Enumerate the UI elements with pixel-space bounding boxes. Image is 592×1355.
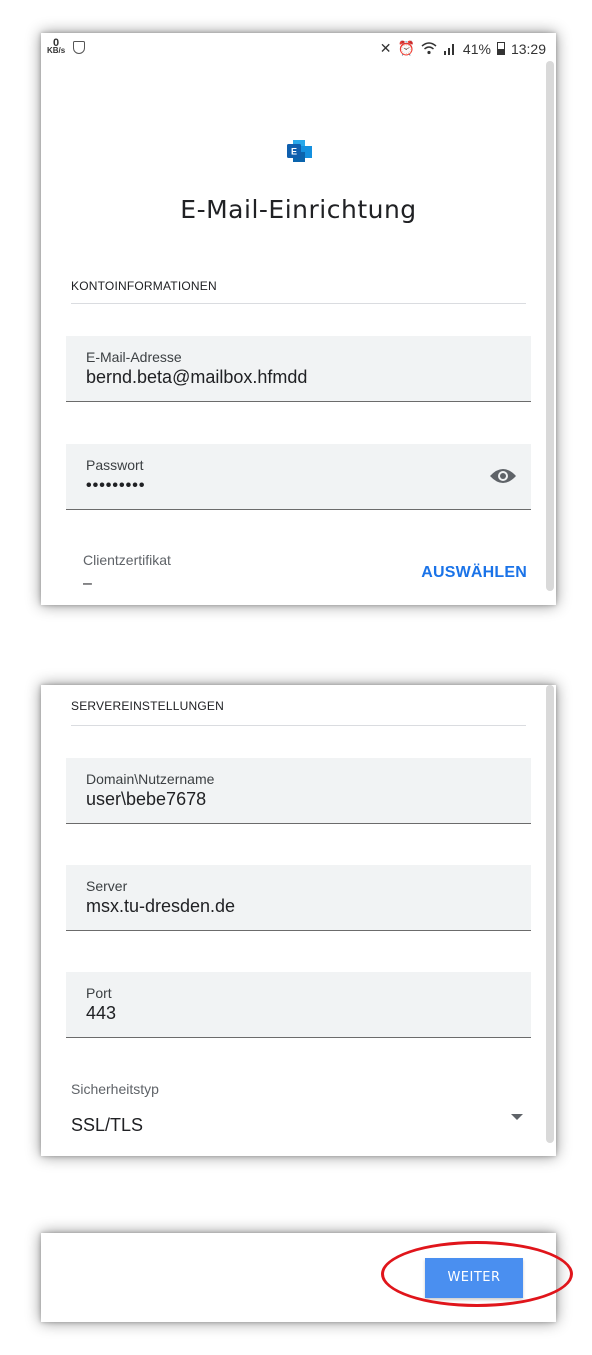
exchange-logo-icon: E xyxy=(287,140,312,162)
mute-icon: ✕ xyxy=(379,40,392,56)
eye-icon[interactable] xyxy=(489,466,517,486)
domain-username-field[interactable]: Domain\Nutzername user\bebe7678 xyxy=(66,758,531,824)
divider xyxy=(71,303,526,304)
alarm-icon: ⏰ xyxy=(397,40,415,56)
clock: 13:29 xyxy=(510,40,546,57)
domain-username-label: Domain\Nutzername xyxy=(86,771,215,787)
section-label-server: SERVEREINSTELLUNGEN xyxy=(71,699,224,713)
server-field-label: Server xyxy=(86,878,128,894)
net-speed: 0 KB/s xyxy=(47,38,66,55)
select-certificate-button[interactable]: AUSWÄHLEN xyxy=(421,564,527,582)
password-field-value: ••••••••• xyxy=(86,477,146,494)
page-title: E-Mail-Einrichtung xyxy=(180,195,417,224)
battery-percent: 41% xyxy=(462,40,491,57)
security-type-select[interactable]: SSL/TLS xyxy=(71,1115,143,1136)
email-field[interactable]: E-Mail-Adresse bernd.beta@mailbox.hfmdd xyxy=(66,336,531,402)
net-speed-unit: KB/s xyxy=(47,46,66,55)
security-type-label: Sicherheitstyp xyxy=(71,1081,159,1097)
server-settings-panel: SERVEREINSTELLUNGEN Domain\Nutzername us… xyxy=(41,685,556,1156)
email-field-label: E-Mail-Adresse xyxy=(86,349,182,365)
chevron-down-icon[interactable] xyxy=(511,1114,523,1120)
domain-username-value: user\bebe7678 xyxy=(86,789,207,809)
divider xyxy=(71,725,526,726)
svg-text:E: E xyxy=(291,147,297,157)
client-certificate-value: – xyxy=(83,575,92,592)
section-label-account: KONTOINFORMATIONEN xyxy=(71,279,217,293)
battery-icon xyxy=(496,42,505,55)
password-field-label: Passwort xyxy=(86,457,144,473)
server-field[interactable]: Server msx.tu-dresden.de xyxy=(66,865,531,931)
server-field-value: msx.tu-dresden.de xyxy=(86,896,236,916)
status-bar: 0 KB/s ✕ ⏰ 41% 13:29 xyxy=(41,33,556,65)
port-field-value: 443 xyxy=(86,1003,117,1023)
account-info-panel: 0 KB/s ✕ ⏰ 41% 13:29 E E-Mail-Einrichtun… xyxy=(41,33,556,605)
shield-icon xyxy=(73,40,86,54)
signal-icon xyxy=(443,44,454,55)
highlight-annotation xyxy=(381,1241,573,1307)
email-field-value: bernd.beta@mailbox.hfmdd xyxy=(86,367,308,387)
wifi-icon xyxy=(421,42,437,55)
client-certificate-label: Clientzertifikat xyxy=(83,552,171,568)
port-field-label: Port xyxy=(86,985,112,1001)
password-field[interactable]: Passwort ••••••••• xyxy=(66,444,531,510)
scrollbar[interactable] xyxy=(546,685,554,1143)
scrollbar[interactable] xyxy=(546,61,554,591)
port-field[interactable]: Port 443 xyxy=(66,972,531,1038)
